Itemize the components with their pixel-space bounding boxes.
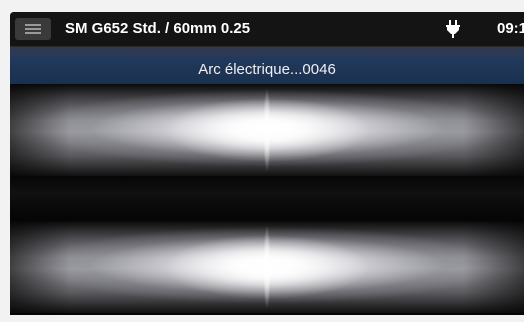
splicer-screen: SM G652 Std. / 60mm 0.25 09:1 Arc électr… [10, 12, 524, 315]
fiber-edge-shade [464, 221, 524, 313]
view-separator [10, 176, 524, 221]
splice-program-title: SM G652 Std. / 60mm 0.25 [65, 20, 251, 37]
arc-spike [263, 88, 271, 172]
arc-status-banner: Arc électrique...0046 [10, 56, 524, 84]
top-bar: SM G652 Std. / 60mm 0.25 09:1 [10, 12, 524, 47]
fiber-edge-shade [464, 84, 524, 176]
hamburger-menu-icon [25, 24, 41, 26]
splicer-device: SM G652 Std. / 60mm 0.25 09:1 Arc électr… [0, 0, 524, 322]
arc-spike [263, 225, 271, 309]
menu-button[interactable] [15, 18, 51, 40]
header-divider [10, 47, 524, 56]
fiber-edge-shade [10, 84, 70, 176]
hamburger-menu-icon-line [25, 28, 41, 30]
fiber-edge-shade [10, 221, 70, 313]
fiber-view-upper [10, 84, 524, 176]
hamburger-menu-icon-line [25, 32, 41, 34]
fiber-view-lower [10, 221, 524, 313]
power-plug-icon [446, 20, 460, 38]
clock: 09:1 [497, 20, 524, 37]
fiber-camera-view: Arc électrique...0046 [10, 56, 524, 315]
